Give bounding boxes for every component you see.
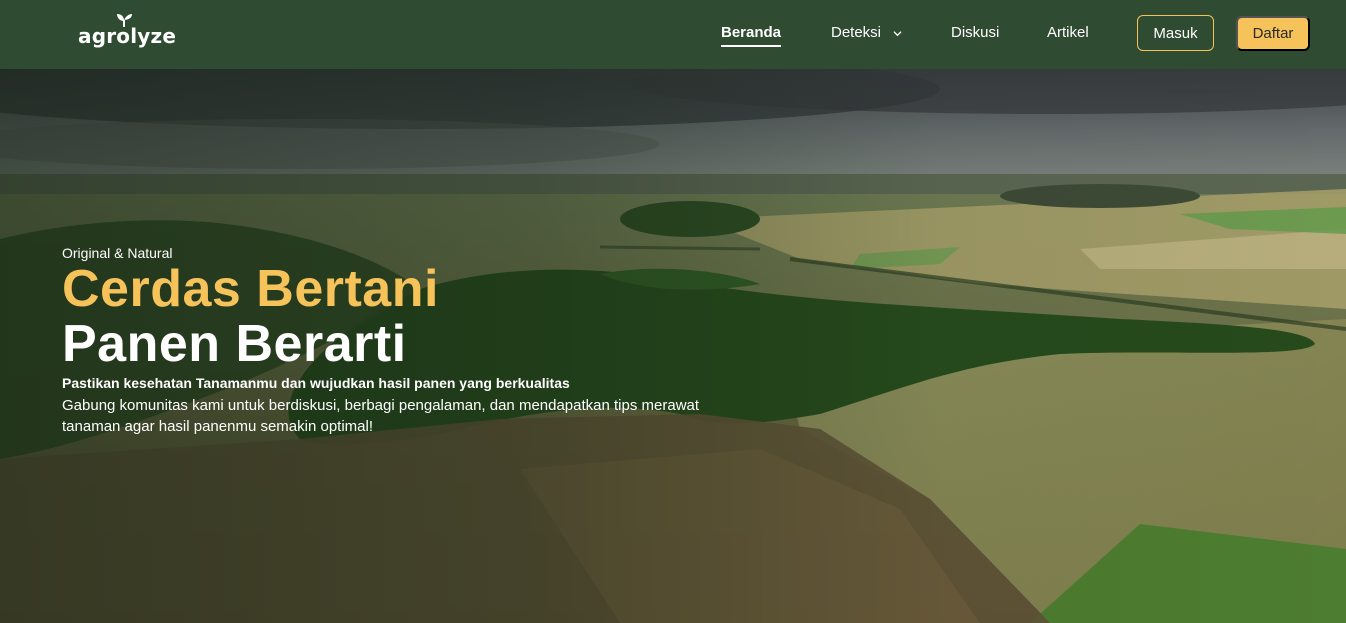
chevron-down-icon — [893, 31, 902, 36]
nav-link-label: Deteksi — [831, 24, 882, 41]
nav-link-diskusi[interactable]: Diskusi — [951, 24, 999, 41]
navbar: agrolyze Beranda Deteksi Diskusi Artikel… — [0, 0, 1346, 69]
active-underline — [721, 45, 782, 47]
register-button[interactable]: Daftar — [1236, 16, 1310, 51]
login-button[interactable]: Masuk — [1137, 15, 1214, 51]
nav-link-beranda[interactable]: Beranda — [721, 24, 782, 47]
nav-link-label: Artikel — [1047, 24, 1089, 41]
hero-description: Gabung komunitas kami untuk berdiskusi, … — [62, 397, 700, 435]
hero-title-line1: Cerdas Bertani — [62, 260, 439, 318]
nav-link-artikel[interactable]: Artikel — [1047, 24, 1089, 41]
nav-link-label: Diskusi — [951, 24, 1000, 41]
nav-link-deteksi[interactable]: Deteksi — [831, 24, 902, 41]
hero-subtitle: Pastikan kesehatan Tanamanmu dan wujudka… — [62, 375, 570, 391]
nav-link-label: Beranda — [721, 24, 782, 41]
hero-title-line2: Panen Berarti — [62, 315, 407, 373]
hero-section: Original & Natural Cerdas Bertani Panen … — [0, 69, 1346, 623]
